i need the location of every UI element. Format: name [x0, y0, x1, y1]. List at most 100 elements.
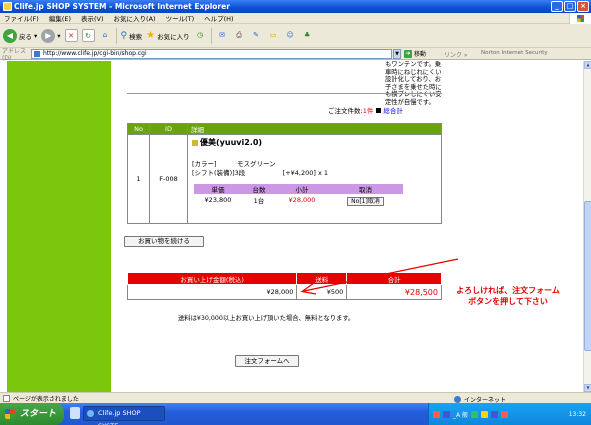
total-link[interactable]: 総合計 [383, 107, 403, 115]
norton-toolbar[interactable]: Norton Internet Security [481, 50, 548, 56]
back-label: 戻る [19, 32, 32, 41]
search-button[interactable]: ⚲ 検索 [121, 27, 143, 45]
back-button[interactable]: ◀ 戻る ▾ [3, 27, 37, 45]
back-arrow-icon: ◀ [3, 28, 17, 43]
cancel-item-button[interactable]: No[1]取消 [347, 196, 384, 206]
cart-count-label: ご注文件数: [328, 107, 363, 115]
amount-value: ¥28,000 [126, 284, 298, 300]
tray-icon-5[interactable] [491, 410, 499, 418]
system-tray: _A 般 13:32 [428, 403, 591, 425]
window-title: Clife.jp SHOP SYSTEM - Microsoft Interne… [14, 2, 230, 11]
menu-edit[interactable]: 編集(E) [49, 13, 71, 23]
links-label: リンク [444, 52, 463, 59]
toolbar-separator [210, 27, 212, 44]
address-dropdown-button[interactable]: ▼ [393, 49, 401, 59]
unit-price-header: 単価 [194, 184, 242, 194]
square-icon [376, 108, 382, 113]
tray-icon-6[interactable] [501, 410, 509, 418]
cart-header-row: No ID 詳細 [127, 123, 442, 135]
ie-icon [3, 2, 12, 11]
color-label: [カラー] [192, 160, 217, 168]
menu-help[interactable]: ヘルプ(H) [204, 13, 233, 23]
scroll-up-icon[interactable]: ▲ [584, 61, 591, 69]
subtotal: ¥28,000 [288, 196, 316, 204]
stop-icon[interactable]: ✕ [64, 29, 78, 42]
minimize-button[interactable]: _ [551, 1, 563, 12]
mail-icon[interactable]: ✉ [216, 29, 229, 42]
address-label: アドレス(D) [2, 47, 27, 62]
menu-favorites[interactable]: お気に入り(A) [114, 13, 156, 23]
messenger-icon[interactable]: ☺ [284, 29, 297, 42]
scroll-down-icon[interactable]: ▼ [584, 384, 591, 392]
sidebar-green [7, 61, 111, 392]
maximize-button[interactable]: □ [564, 1, 576, 12]
tray-icon-4[interactable] [481, 410, 489, 418]
toolbar-separator [115, 27, 117, 44]
go-arrow-icon: ➜ [404, 49, 412, 58]
address-input[interactable]: http://www.clife.jp/cgi-bin/shop.cgi [31, 49, 392, 59]
row-no: 1 [127, 134, 150, 224]
print-icon[interactable]: ⎙ [233, 29, 246, 42]
subtable-header: 単価 台数 小計 取消 [194, 184, 403, 194]
menu-file[interactable]: ファイル(F) [4, 13, 39, 23]
qty-header: 台数 [242, 184, 276, 194]
tray-icon-3[interactable] [471, 410, 479, 418]
shift-value: 3段 [234, 169, 246, 177]
research-icon[interactable]: ♣ [301, 29, 314, 42]
tray-icon-2[interactable] [443, 410, 450, 418]
address-bar: アドレス(D) http://www.clife.jp/cgi-bin/shop… [0, 47, 591, 62]
window-controls: _ □ × [551, 1, 589, 12]
ime-indicator[interactable]: _A 般 [453, 410, 468, 419]
go-button[interactable]: ➜ 移動 [404, 49, 426, 58]
favorites-label: お気に入り [157, 32, 190, 41]
scroll-thumb[interactable] [584, 201, 591, 351]
product-bullet-icon [192, 139, 198, 146]
quantity: 1台 [253, 197, 265, 205]
start-button[interactable]: スタート [0, 403, 64, 425]
menu-tools[interactable]: ツール(T) [166, 13, 195, 23]
vertical-scrollbar[interactable]: ▲ ▼ [583, 61, 591, 392]
subtable-row: ¥23,800 1台 ¥28,000 No[1]取消 [194, 194, 403, 206]
price-note: [+¥4,200] x 1 [282, 169, 329, 177]
search-label: 検索 [129, 32, 143, 41]
refresh-icon[interactable]: ↻ [81, 29, 95, 42]
cart-count: 1件 [362, 107, 374, 115]
quick-launch: Clife.jp SHOP SYSTE... [70, 406, 165, 425]
amount-header: お買い上げ金額(税込) [126, 272, 298, 285]
divider [127, 93, 442, 94]
discuss-icon[interactable]: ▭ [267, 29, 280, 42]
forward-button[interactable]: ▶ ▾ [41, 27, 61, 45]
back-dropdown-icon[interactable]: ▾ [34, 32, 37, 40]
order-form-button[interactable]: 注文フォームへ [235, 355, 299, 367]
home-icon[interactable]: ⌂ [99, 29, 112, 42]
row-detail: 優美(yuuvi2.0) [カラー] モスグリーン [シフト(装備)]3段 [+¥4… [187, 134, 442, 224]
tray-icon-1[interactable] [433, 410, 440, 418]
page-status-icon [3, 394, 10, 402]
taskbar: スタート Clife.jp SHOP SYSTE... _A 般 13:32 [0, 403, 591, 425]
product-description: もワンテンです。乗車時にねじれにくい設計化しており、お子さまを乗せた時にも横ブレ… [385, 61, 442, 106]
edit-icon[interactable]: ✎ [250, 29, 263, 42]
menu-view[interactable]: 表示(V) [81, 13, 104, 23]
col-id: ID [149, 123, 188, 135]
color-value: モスグリーン [237, 160, 276, 168]
close-button[interactable]: × [577, 1, 589, 12]
clock: 13:32 [568, 410, 586, 418]
forward-dropdown-icon[interactable]: ▾ [57, 32, 60, 40]
color-attr: [カラー] モスグリーン [192, 160, 437, 169]
favorites-button[interactable]: ★ お気に入り [146, 27, 189, 45]
subtotal-header: 小計 [276, 184, 328, 194]
links-button[interactable]: リンク » [444, 50, 468, 59]
taskbar-ie-button[interactable]: Clife.jp SHOP SYSTE... [83, 406, 165, 425]
annotation-arrow [300, 258, 459, 295]
history-icon[interactable]: ◷ [194, 29, 207, 42]
page-icon [34, 51, 40, 57]
quicklaunch-icon[interactable] [70, 407, 80, 419]
status-bar: ページが表示されました インターネット [0, 392, 591, 404]
continue-shopping-button[interactable]: お買い物を続ける [124, 236, 204, 247]
internet-zone-icon [454, 396, 461, 403]
go-label: 移動 [414, 51, 427, 58]
menu-bar: ファイル(F) 編集(E) 表示(V) お気に入り(A) ツール(T) ヘルプ(… [0, 13, 591, 24]
price-subtable: 単価 台数 小計 取消 ¥23,800 1台 ¥28,000 No[1]取消 [194, 184, 403, 206]
windows-flag-icon [5, 409, 15, 419]
star-icon: ★ [146, 30, 156, 41]
